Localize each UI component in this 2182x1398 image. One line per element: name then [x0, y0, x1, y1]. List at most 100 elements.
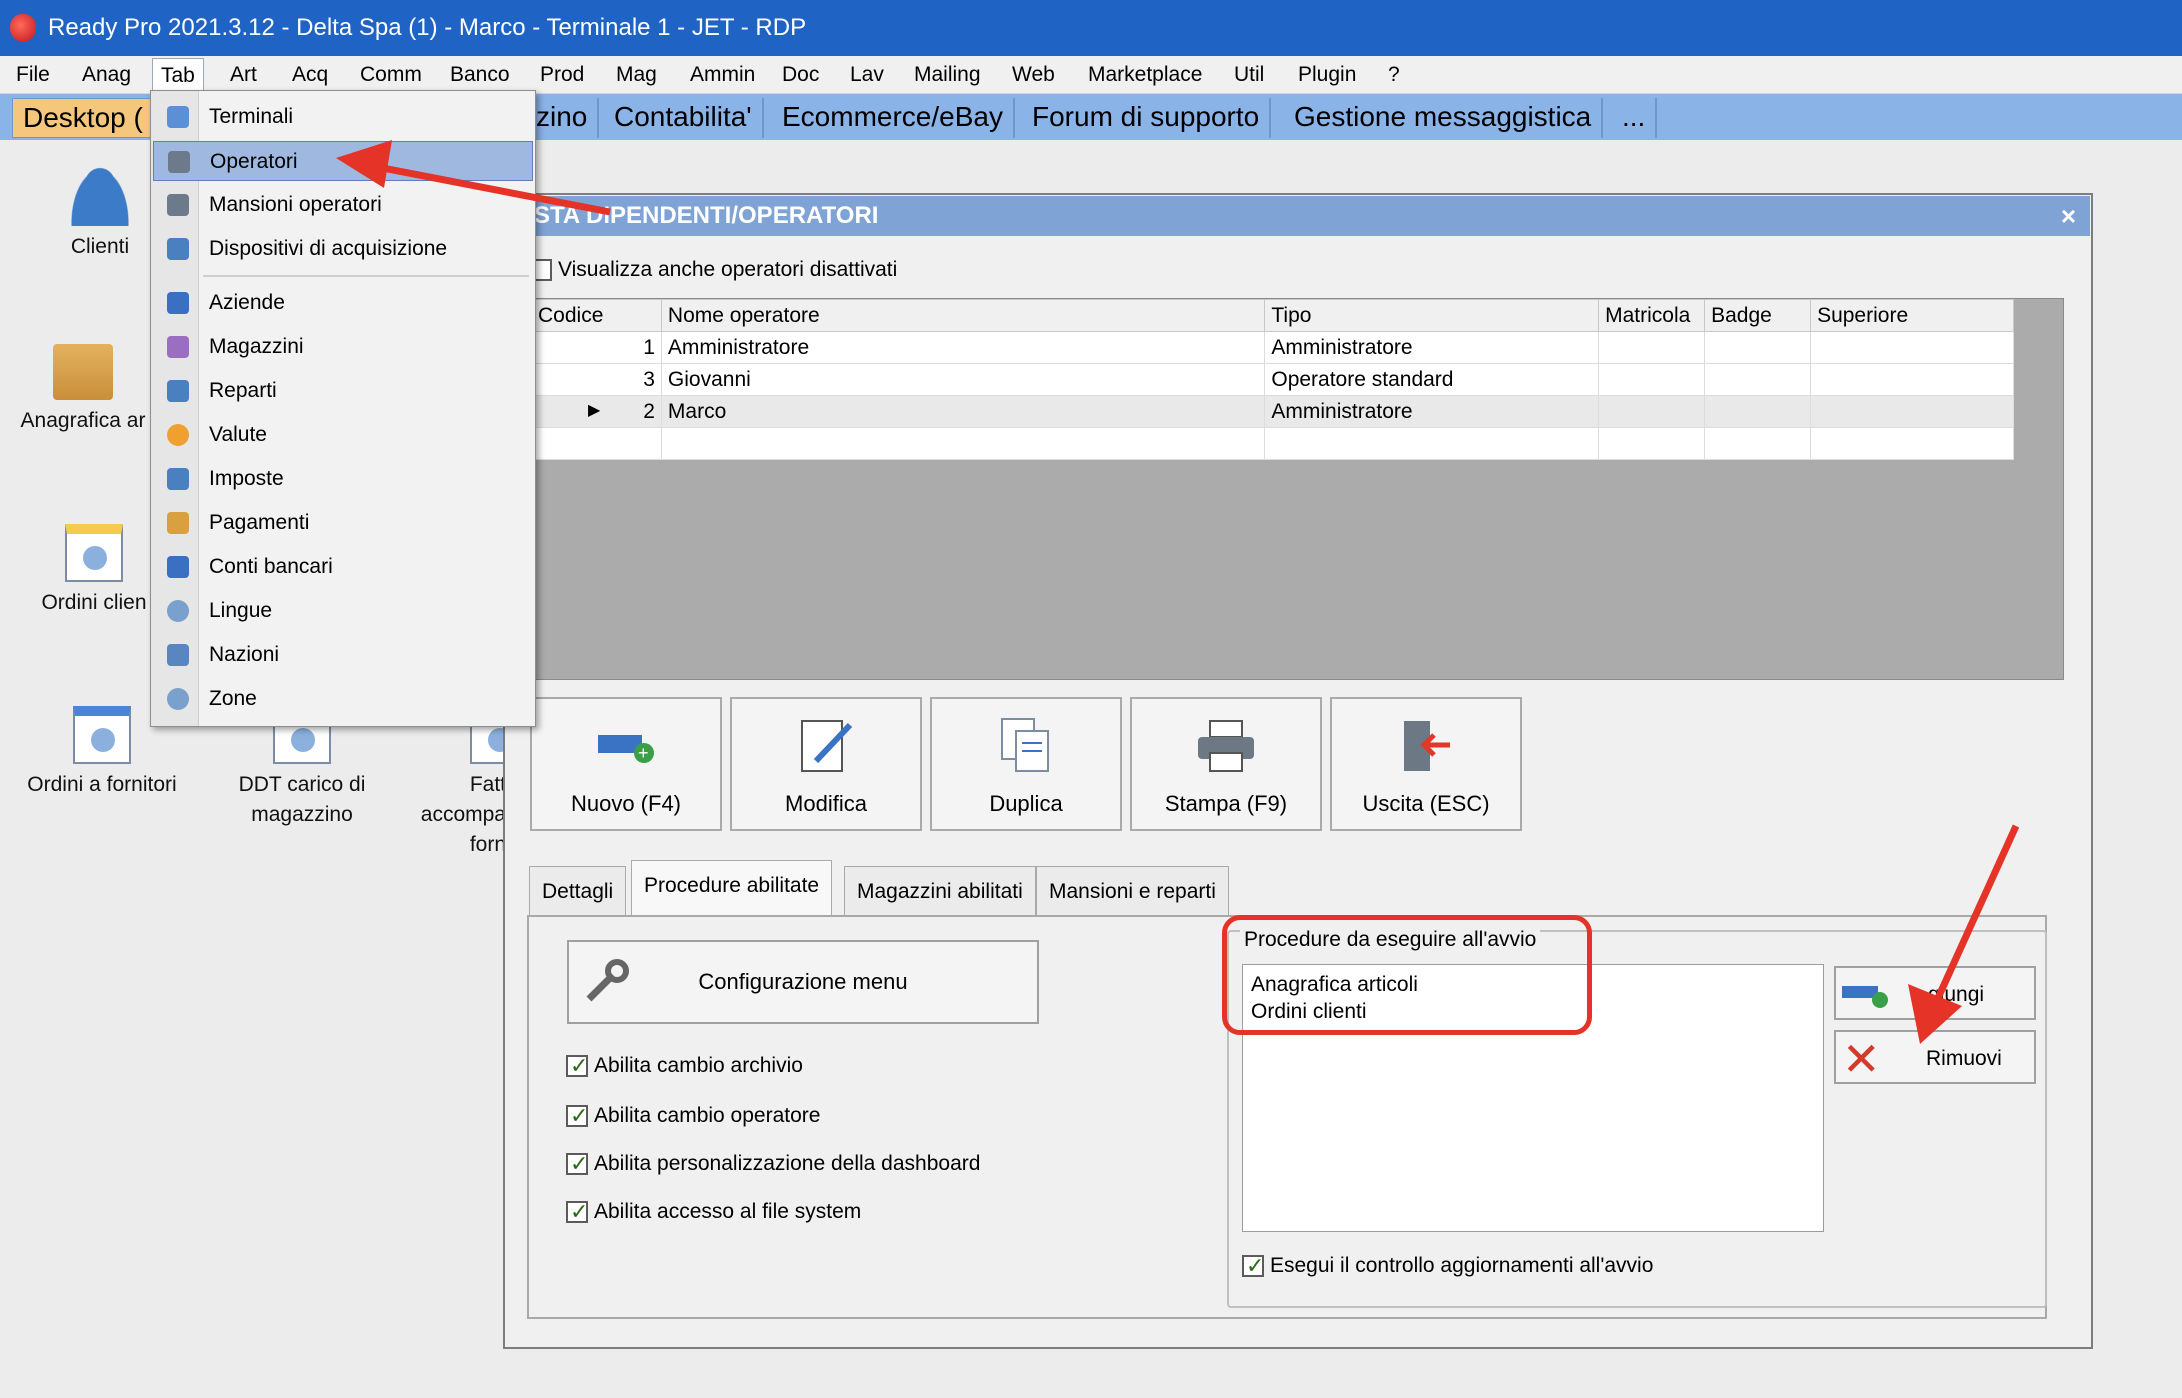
- menu-item-dispositivi[interactable]: Dispositivi di acquisizione: [153, 229, 533, 269]
- cell-superiore: [1810, 395, 2014, 428]
- cell-tipo: Amministratore: [1264, 331, 1600, 364]
- menu-item-zone[interactable]: Zone: [153, 679, 533, 719]
- cell-matricola: [1598, 331, 1706, 364]
- menu-ammin[interactable]: Ammin: [682, 56, 763, 94]
- menu-anag[interactable]: Anag: [74, 56, 139, 94]
- configure-menu-button[interactable]: Configurazione menu: [567, 940, 1039, 1024]
- menu-lav[interactable]: Lav: [842, 56, 892, 94]
- remove-procedure-button[interactable]: ✕ Rimuovi: [1834, 1030, 2036, 1084]
- desktop-icon-fatture[interactable]: Fatt accompa forn: [410, 706, 506, 860]
- menu-help[interactable]: ?: [1380, 56, 1408, 94]
- menu-item-nazioni[interactable]: Nazioni: [153, 635, 533, 675]
- nations-icon: [167, 644, 189, 666]
- tab-mansioni-reparti[interactable]: Mansioni e reparti: [1036, 866, 1229, 916]
- menu-item-reparti[interactable]: Reparti: [153, 371, 533, 411]
- menu-acq[interactable]: Acq: [284, 56, 336, 94]
- desktop-icon-label-2: magazzino: [251, 803, 353, 826]
- cell-codice: [531, 427, 662, 460]
- menu-item-conti-bancari[interactable]: Conti bancari: [153, 547, 533, 587]
- table-row-new[interactable]: [531, 427, 2014, 460]
- tab-dettagli[interactable]: Dettagli: [529, 866, 627, 916]
- menu-item-operatori[interactable]: Operatori: [153, 141, 533, 181]
- menu-item-aziende[interactable]: Aziende: [153, 283, 533, 323]
- menu-plugin[interactable]: Plugin: [1290, 56, 1364, 94]
- col-codice[interactable]: Codice: [531, 299, 662, 332]
- menu-mag[interactable]: Mag: [608, 56, 665, 94]
- col-matricola[interactable]: Matricola: [1598, 299, 1706, 332]
- menu-item-pagamenti[interactable]: Pagamenti: [153, 503, 533, 543]
- desktop-icon-ordini-clienti[interactable]: Ordini clien: [34, 524, 154, 618]
- checkbox-cambio-archivio[interactable]: Abilita cambio archivio: [566, 1053, 803, 1079]
- table-row[interactable]: 1 Amministratore Amministratore: [531, 331, 2014, 364]
- tab-magazzino[interactable]: zino: [526, 98, 600, 138]
- tab-procedure-abilitate[interactable]: Procedure abilitate: [631, 860, 833, 918]
- check-updates-checkbox[interactable]: Esegui il controllo aggiornamenti all'av…: [1242, 1253, 1654, 1279]
- menu-item-mansioni[interactable]: Mansioni operatori: [153, 185, 533, 225]
- remove-icon: ✕: [1842, 1033, 1881, 1085]
- show-disabled-label: Visualizza anche operatori disattivati: [558, 258, 898, 281]
- zones-icon: [167, 688, 189, 710]
- menu-item-magazzini[interactable]: Magazzini: [153, 327, 533, 367]
- duplicate-button[interactable]: Duplica: [930, 697, 1122, 831]
- menu-item-label: Nazioni: [209, 643, 280, 666]
- desktop-icon-anagrafica[interactable]: Anagrafica ar: [8, 344, 158, 436]
- cell-nome: Amministratore: [660, 331, 1266, 364]
- col-nome[interactable]: Nome operatore: [660, 299, 1266, 332]
- checkbox-box[interactable]: [566, 1151, 588, 1177]
- menu-art[interactable]: Art: [222, 56, 265, 94]
- tab-contabilita[interactable]: Contabilita': [604, 98, 764, 138]
- box-icon: [53, 344, 113, 400]
- checkbox-box[interactable]: [1242, 1253, 1264, 1279]
- checkbox-dashboard[interactable]: Abilita personalizzazione della dashboar…: [566, 1151, 980, 1177]
- checkbox-box[interactable]: [566, 1053, 588, 1079]
- tab-messaggistica[interactable]: Gestione messaggistica: [1284, 98, 1604, 138]
- exit-button[interactable]: Uscita (ESC): [1330, 697, 1522, 831]
- menu-item-lingue[interactable]: Lingue: [153, 591, 533, 631]
- desktop-icon-clienti[interactable]: Clienti: [52, 164, 148, 262]
- menu-item-imposte[interactable]: Imposte: [153, 459, 533, 499]
- menu-doc[interactable]: Doc: [774, 56, 827, 94]
- new-button[interactable]: + Nuovo (F4): [530, 697, 722, 831]
- menu-mailing[interactable]: Mailing: [906, 56, 989, 94]
- menu-item-valute[interactable]: Valute: [153, 415, 533, 455]
- operators-grid[interactable]: Codice Nome operatore Tipo Matricola Bad…: [530, 298, 2064, 680]
- checkbox-file-system[interactable]: Abilita accesso al file system: [566, 1199, 861, 1225]
- menu-separator: [203, 275, 529, 277]
- checkbox-box[interactable]: [566, 1199, 588, 1225]
- cell-nome: Giovanni: [660, 363, 1266, 396]
- menu-web[interactable]: Web: [1004, 56, 1063, 94]
- warehouse-icon: [167, 336, 189, 358]
- col-superiore[interactable]: Superiore: [1810, 299, 2014, 332]
- menu-banco[interactable]: Banco: [442, 56, 518, 94]
- tab-desktop[interactable]: Desktop (: [12, 98, 152, 138]
- show-disabled-checkbox[interactable]: Visualizza anche operatori disattivati: [530, 258, 897, 282]
- menu-comm[interactable]: Comm: [352, 56, 430, 94]
- close-icon[interactable]: ×: [2061, 196, 2076, 236]
- menu-util[interactable]: Util: [1226, 56, 1272, 94]
- edit-button[interactable]: Modifica: [730, 697, 922, 831]
- checkbox-box[interactable]: [566, 1103, 588, 1129]
- checkbox-cambio-operatore[interactable]: Abilita cambio operatore: [566, 1103, 820, 1129]
- edit-button-label: Modifica: [785, 791, 867, 816]
- add-procedure-button[interactable]: giungi: [1834, 966, 2036, 1020]
- desktop-icon-label: Clienti: [70, 235, 130, 258]
- col-tipo[interactable]: Tipo: [1264, 299, 1600, 332]
- tab-more[interactable]: ...: [1612, 98, 1658, 138]
- company-icon: [167, 292, 189, 314]
- check-updates-label: Esegui il controllo aggiornamenti all'av…: [1270, 1254, 1654, 1277]
- window-title: Ready Pro 2021.3.12 - Delta Spa (1) - Ma…: [48, 14, 807, 41]
- table-row[interactable]: 3 Giovanni Operatore standard: [531, 363, 2014, 396]
- departments-icon: [167, 380, 189, 402]
- menu-file[interactable]: File: [8, 56, 58, 94]
- desktop-icon-label: Ordini clien: [41, 591, 147, 614]
- menu-marketplace[interactable]: Marketplace: [1080, 56, 1210, 94]
- table-row-current[interactable]: ▶ 2 Marco Amministratore: [531, 395, 2014, 428]
- menu-item-terminali[interactable]: Terminali: [153, 97, 533, 137]
- menu-prod[interactable]: Prod: [532, 56, 592, 94]
- print-button[interactable]: Stampa (F9): [1130, 697, 1322, 831]
- cell-badge: [1704, 331, 1812, 364]
- tab-magazzini-abilitati[interactable]: Magazzini abilitati: [844, 866, 1036, 916]
- tab-ecommerce[interactable]: Ecommerce/eBay: [772, 98, 1015, 138]
- tab-forum[interactable]: Forum di supporto: [1022, 98, 1272, 138]
- col-badge[interactable]: Badge: [1704, 299, 1812, 332]
